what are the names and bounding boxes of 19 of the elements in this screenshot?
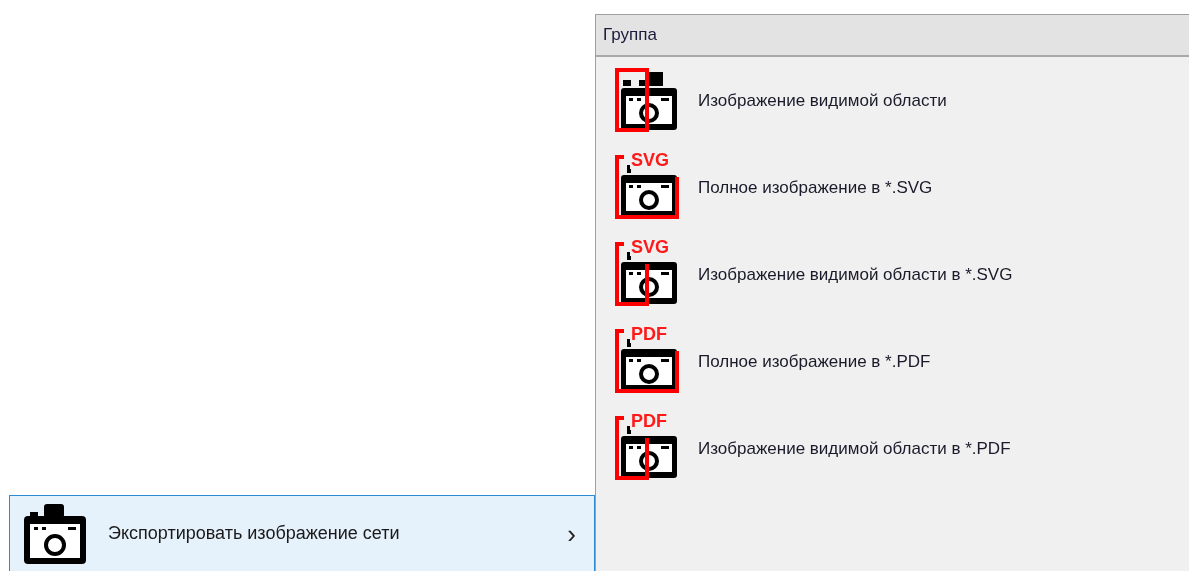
submenu-item-label: Полное изображение в *.SVG (698, 177, 933, 198)
group-header: Группа (596, 15, 1189, 57)
submenu-item-label: Изображение видимой области в *.SVG (698, 264, 1013, 285)
submenu-item[interactable]: Изображение видимой области (596, 57, 1189, 144)
format-label: PDF (630, 411, 668, 430)
format-label: SVG (630, 237, 670, 256)
submenu-arrow: › (567, 520, 576, 547)
submenu-item-label: Полное изображение в *.PDF (698, 351, 931, 372)
menu-item[interactable]: Экспортировать изображение сети › (9, 495, 595, 571)
submenu-item[interactable]: SVG Изображение видимой области в *.SVG (596, 231, 1189, 318)
menu-item-label: Экспортировать изображение сети (108, 523, 401, 544)
submenu-item[interactable]: PDF Изображение видимой области в *.PDF (596, 405, 1189, 492)
submenu-item-label: Изображение видимой области (698, 90, 947, 111)
submenu-item-label: Изображение видимой области в *.PDF (698, 438, 1011, 459)
format-label: SVG (630, 150, 670, 169)
format-label: PDF (630, 324, 668, 343)
submenu-item[interactable]: PDF Полное изображение в *.PDF (596, 318, 1189, 405)
camera-icon (22, 503, 88, 564)
submenu-item[interactable]: SVG Полное изображение в *.SVG (596, 144, 1189, 231)
